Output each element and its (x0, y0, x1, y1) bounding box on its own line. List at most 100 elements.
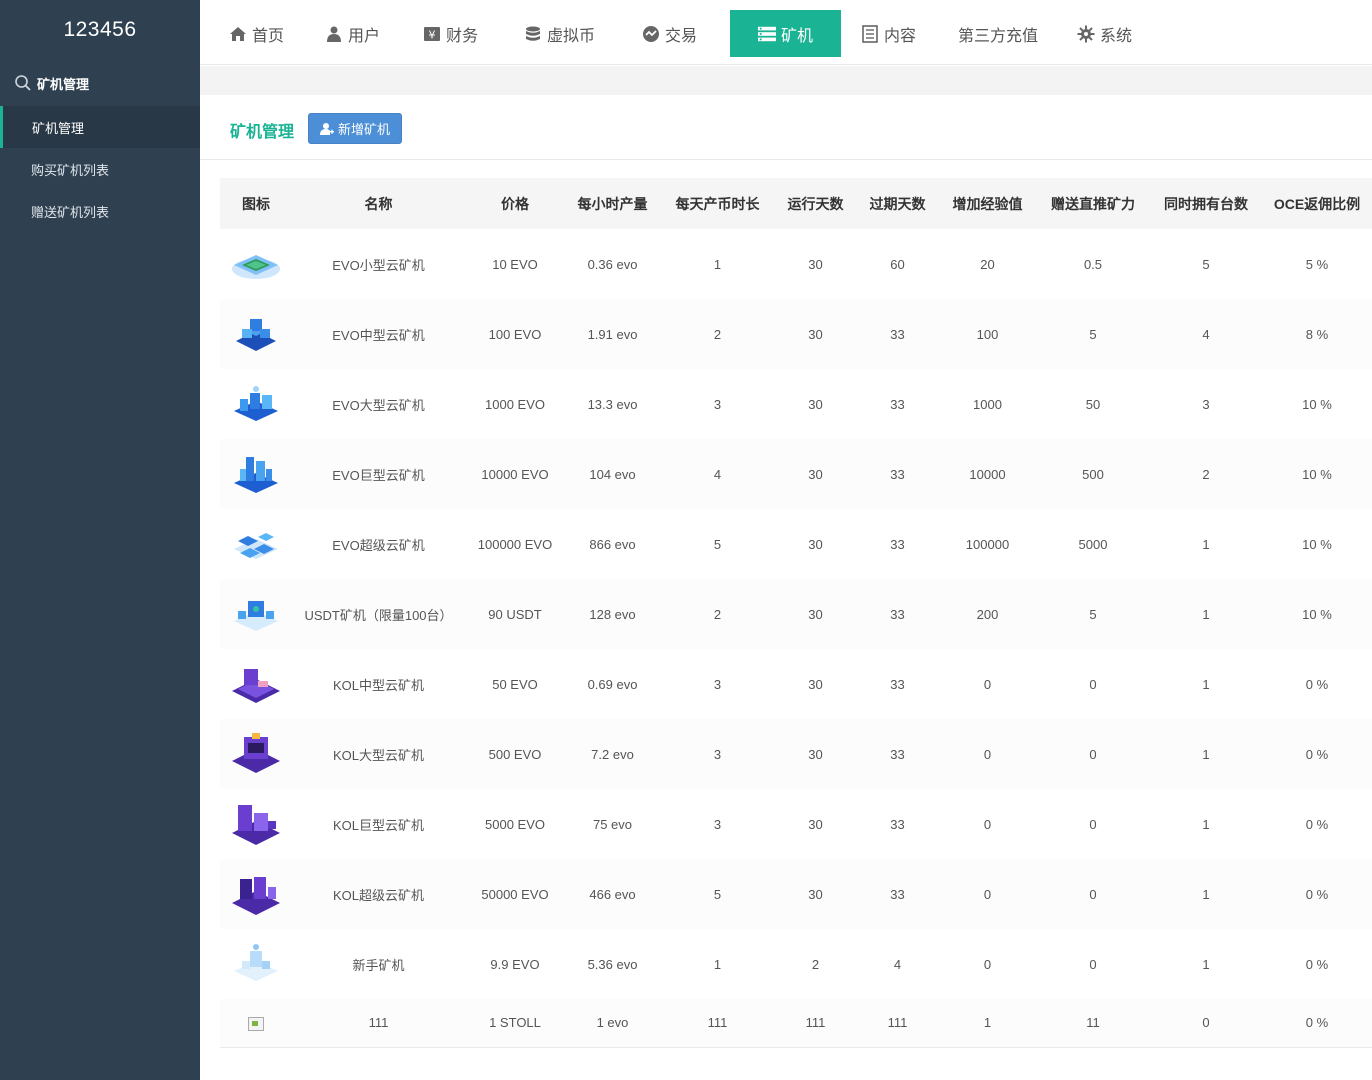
table-cell-name: USDT矿机（限量100台） (304, 607, 453, 623)
table-cell-name: EVO小型云矿机 (332, 257, 425, 273)
table-cell-hourly: 0.36 evo (587, 256, 638, 272)
table-cell-exp: 100 (976, 326, 999, 342)
table-cell-daily-hours: 2 (713, 606, 722, 622)
table-cell-hourly: 0.69 evo (587, 676, 638, 692)
table-cell-rebate: 10 % (1302, 466, 1332, 482)
table-cell-rebate: 10 % (1302, 606, 1332, 622)
table-cell-run-days: 30 (808, 396, 823, 412)
nav-label: 财务 (446, 27, 479, 45)
nav-users[interactable]: 用户 (325, 10, 380, 57)
sidebar-section-header[interactable]: 矿机管理 (0, 60, 200, 106)
table-cell-bonus: 5 (1089, 326, 1097, 342)
table-cell-name: KOL巨型云矿机 (332, 817, 424, 833)
table-cell-bonus: 5 (1089, 606, 1097, 622)
sidebar-item-miner-management[interactable]: 矿机管理 (0, 106, 200, 148)
table-header-row: 图标 名称 价格 每小时产量 每天产币时长 运行天数 过期天数 增加经验值 赠送… (220, 178, 1372, 229)
table-cell-run-days: 30 (808, 606, 823, 622)
nav-label: 首页 (252, 27, 285, 45)
table-cell-rebate: 10 % (1302, 396, 1332, 412)
nav-content[interactable]: 内容 (861, 10, 916, 57)
sidebar: 123456 矿机管理 矿机管理 购买矿机列表 赠送矿机列表 (0, 0, 200, 1080)
table-row: KOL大型云矿机 500 EVO 7.2 evo 3 30 33 0 0 1 0 % (220, 719, 1372, 789)
sidebar-item-purchased-miners[interactable]: 购买矿机列表 (0, 148, 200, 190)
search-icon (14, 74, 32, 92)
document-icon (861, 24, 879, 43)
table-cell-rebate: 0 % (1305, 676, 1329, 692)
table-cell-rebate: 0 % (1305, 816, 1329, 832)
miner-icon (220, 369, 292, 439)
table-cell-max-own: 1 (1202, 746, 1210, 762)
table-cell-hourly: 75 evo (592, 816, 633, 832)
table-cell-exp: 20 (980, 256, 995, 272)
table-cell-bonus: 0 (1089, 886, 1097, 902)
table-cell-daily-hours: 5 (713, 886, 722, 902)
sidebar-section-label: 矿机管理 (37, 76, 90, 92)
table-cell-hourly: 1.91 evo (587, 326, 638, 342)
table-cell-bonus: 0 (1089, 816, 1097, 832)
table-cell-exp: 0 (983, 746, 992, 762)
add-miner-button[interactable]: 新增矿机 (308, 113, 402, 144)
table-cell-price: 100 EVO (488, 326, 542, 342)
sidebar-item-gifted-miners[interactable]: 赠送矿机列表 (0, 190, 200, 232)
table-cell-exp: 100000 (965, 536, 1010, 552)
table-cell-exp: 200 (976, 606, 999, 622)
miner-icon (220, 299, 292, 369)
table-cell-expire-days: 33 (890, 676, 905, 692)
table-cell-bonus: 5000 (1078, 536, 1108, 552)
table-cell-hourly: 5.36 evo (587, 956, 638, 972)
table-cell-name: EVO中型云矿机 (332, 327, 425, 343)
table-cell-daily-hours: 111 (707, 1015, 728, 1031)
nav-finance[interactable]: ¥ 财务 (423, 10, 478, 57)
table-cell-daily-hours: 2 (713, 326, 722, 342)
table-cell-expire-days: 33 (890, 396, 905, 412)
table-cell-exp: 0 (983, 886, 992, 902)
nav-third-party-recharge[interactable]: 第三方充值 (958, 10, 1038, 57)
user-icon (325, 25, 343, 43)
table-cell-name: 111 (368, 1015, 389, 1031)
table-cell-daily-hours: 3 (713, 746, 722, 762)
table-cell-rebate: 10 % (1302, 536, 1332, 552)
table-cell-daily-hours: 5 (713, 536, 722, 552)
table-cell-price: 100000 EVO (477, 536, 553, 552)
table-cell-name: 新手矿机 (352, 957, 405, 973)
exchange-icon (642, 25, 660, 43)
table-cell-hourly: 128 evo (589, 606, 636, 622)
miner-icon (220, 509, 292, 579)
table-cell-rebate: 0 % (1305, 886, 1329, 902)
table-cell-run-days: 30 (808, 536, 823, 552)
page-title: 矿机管理 (230, 124, 295, 141)
table-cell-daily-hours: 3 (713, 396, 722, 412)
nav-virtual-currency[interactable]: 虚拟币 (524, 10, 595, 57)
table-cell-max-own: 0 (1202, 1015, 1210, 1031)
nav-miner[interactable]: 矿机 (730, 10, 841, 57)
table-cell-daily-hours: 3 (713, 816, 722, 832)
table-cell-exp: 1 (983, 1015, 992, 1031)
table-cell-exp: 0 (983, 676, 992, 692)
table-cell-bonus: 0 (1089, 956, 1097, 972)
table-cell-expire-days: 33 (890, 816, 905, 832)
table-cell-run-days: 30 (808, 466, 823, 482)
nav-home[interactable]: 首页 (229, 10, 284, 57)
table-cell-bonus: 0.5 (1083, 256, 1103, 272)
server-icon (757, 25, 776, 43)
table-cell-rebate: 0 % (1305, 956, 1329, 972)
table-cell-price: 1 STOLL (489, 1015, 541, 1031)
brand-title: 123456 (63, 18, 137, 41)
miner-icon (220, 229, 292, 299)
table-cell-max-own: 4 (1202, 326, 1210, 342)
nav-trade[interactable]: 交易 (642, 10, 697, 57)
table-row: 111 1 STOLL 1 evo 111 111 111 1 11 0 0 % (220, 999, 1372, 1047)
table-cell-run-days: 30 (808, 746, 823, 762)
table-cell-hourly: 466 evo (589, 886, 636, 902)
table-cell-name: EVO超级云矿机 (332, 537, 425, 553)
table-cell-max-own: 2 (1202, 466, 1210, 482)
table-cell-daily-hours: 4 (713, 466, 722, 482)
nav-system[interactable]: 系统 (1077, 10, 1132, 57)
home-icon (229, 25, 247, 43)
table-cell-daily-hours: 1 (713, 956, 722, 972)
table-cell-price: 9.9 EVO (490, 956, 540, 972)
nav-label: 系统 (1100, 27, 1133, 45)
table-cell-bonus: 50 (1085, 396, 1101, 412)
table-cell-name: EVO大型云矿机 (332, 397, 425, 413)
table-cell-price: 90 USDT (488, 606, 542, 622)
